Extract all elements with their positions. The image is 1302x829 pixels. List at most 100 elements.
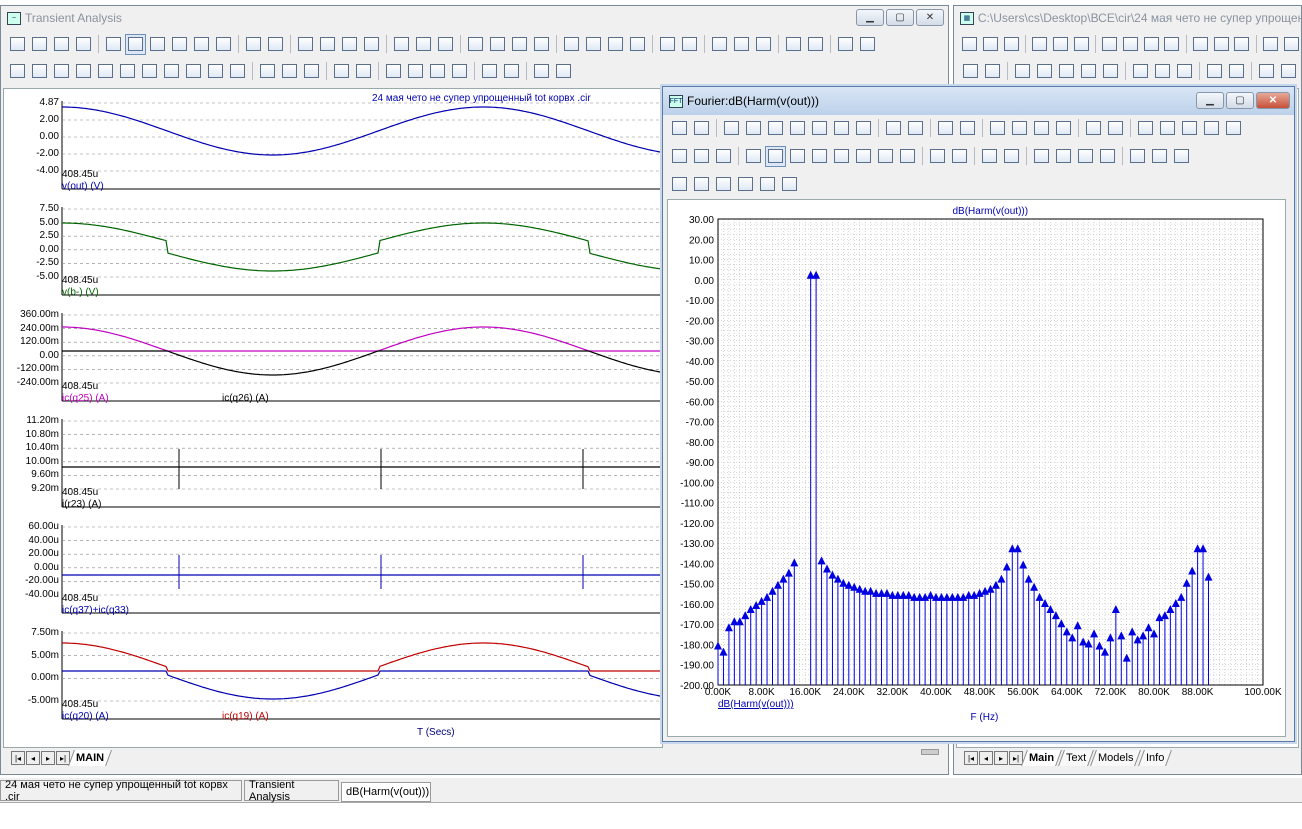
transient-tool-31-icon[interactable] [731, 34, 752, 55]
fourier-tool-5-icon[interactable] [765, 118, 786, 139]
prev-page-icon[interactable]: ◂ [26, 751, 40, 765]
schematic-b-tool-6-icon[interactable] [1078, 61, 1099, 82]
schematic-tool-14-icon[interactable] [1261, 34, 1281, 55]
transient-b-tool-20-icon[interactable] [449, 61, 470, 82]
schematic-b-tool-11-icon[interactable] [1204, 61, 1225, 82]
transient-b-tool-19-icon[interactable] [427, 61, 448, 82]
transient-tool-30-icon[interactable] [709, 34, 730, 55]
transient-tool-24-icon[interactable] [561, 34, 582, 55]
transient-b-tool-7-icon[interactable] [139, 61, 160, 82]
fourier-tool-20-icon[interactable] [1135, 118, 1156, 139]
schematic-tool-15-icon[interactable] [1281, 34, 1301, 55]
transient-b-tool-18-icon[interactable] [405, 61, 426, 82]
fourier-b-tool-12-icon[interactable] [927, 146, 948, 167]
fourier-b-tool-14-icon[interactable] [979, 146, 1000, 167]
fourier-tool-16-icon[interactable] [1031, 118, 1052, 139]
schematic-tool-12-icon[interactable] [1211, 34, 1231, 55]
fourier-tool-24-icon[interactable] [1223, 118, 1244, 139]
schematic-tool-4-icon[interactable] [1030, 34, 1050, 55]
horizontal-scrollbar[interactable] [921, 749, 939, 755]
fourier-b-tool-4-icon[interactable] [743, 146, 764, 167]
fourier-b-tool-3-icon[interactable] [713, 146, 734, 167]
tab-circuit[interactable]: 24 мая чето не супер упрощенный tot корв… [0, 779, 242, 803]
schematic-b-tool-3-icon[interactable] [1012, 61, 1033, 82]
fourier-tool-12-icon[interactable] [935, 118, 956, 139]
transient-tool-17-icon[interactable] [391, 34, 412, 55]
sch-next-icon[interactable]: ▸ [994, 751, 1008, 765]
schematic-b-tool-4-icon[interactable] [1034, 61, 1055, 82]
fourier-tool-1-icon[interactable] [669, 118, 690, 139]
transient-tool-32-icon[interactable] [753, 34, 774, 55]
transient-tool-34-icon[interactable] [805, 34, 826, 55]
transient-b-tool-2-icon[interactable] [29, 61, 50, 82]
fourier-tool-4-icon[interactable] [743, 118, 764, 139]
transient-b-tool-21-icon[interactable] [479, 61, 500, 82]
fourier-tool-11-icon[interactable] [905, 118, 926, 139]
schematic-b-tool-12-icon[interactable] [1226, 61, 1247, 82]
transient-b-tool-5-icon[interactable] [95, 61, 116, 82]
transient-b-tool-13-icon[interactable] [279, 61, 300, 82]
schematic-b-tool-8-icon[interactable] [1130, 61, 1151, 82]
next-page-icon[interactable]: ▸ [41, 751, 55, 765]
fourier-b-tool-18-icon[interactable] [1075, 146, 1096, 167]
transient-tool-19-icon[interactable] [435, 34, 456, 55]
transient-b-tool-23-icon[interactable] [531, 61, 552, 82]
schematic-tool-7-icon[interactable] [1100, 34, 1120, 55]
sch-prev-icon[interactable]: ◂ [979, 751, 993, 765]
transient-b-tool-9-icon[interactable] [183, 61, 204, 82]
fourier-b-tool-16-icon[interactable] [1031, 146, 1052, 167]
schematic-tool-5-icon[interactable] [1051, 34, 1071, 55]
fourier-b-tool-20-icon[interactable] [1127, 146, 1148, 167]
fourier-b-tool-9-icon[interactable] [853, 146, 874, 167]
schematic-tool-3-icon[interactable] [1001, 34, 1021, 55]
fourier-align-tool-3-icon[interactable] [713, 174, 734, 195]
fourier-b-tool-1-icon[interactable] [669, 146, 690, 167]
transient-tool-3-icon[interactable] [51, 34, 72, 55]
transient-b-tool-15-icon[interactable] [331, 61, 352, 82]
fourier-b-tool-21-icon[interactable] [1149, 146, 1170, 167]
tab-sch-models[interactable]: Models [1090, 750, 1142, 766]
fourier-b-tool-7-icon[interactable] [809, 146, 830, 167]
fourier-align-tool-5-icon[interactable] [757, 174, 778, 195]
transient-tool-16-icon[interactable] [361, 34, 382, 55]
transient-tool-1-icon[interactable] [7, 34, 28, 55]
fourier-b-tool-22-icon[interactable] [1171, 146, 1192, 167]
transient-tool-8-icon[interactable] [169, 34, 190, 55]
fourier-align-tool-1-icon[interactable] [669, 174, 690, 195]
transient-b-tool-10-icon[interactable] [205, 61, 226, 82]
transient-tool-18-icon[interactable] [413, 34, 434, 55]
schematic-tool-10-icon[interactable] [1162, 34, 1182, 55]
minimize-button[interactable]: ▁ [856, 9, 884, 26]
fourier-close-button[interactable]: ✕ [1256, 92, 1290, 109]
sch-first-icon[interactable]: |◂ [964, 751, 978, 765]
fourier-align-tool-2-icon[interactable] [691, 174, 712, 195]
transient-tool-11-icon[interactable] [243, 34, 264, 55]
fourier-b-tool-15-icon[interactable] [1001, 146, 1022, 167]
fourier-tool-22-icon[interactable] [1179, 118, 1200, 139]
transient-tool-27-icon[interactable] [627, 34, 648, 55]
fourier-minimize-button[interactable]: ▁ [1196, 92, 1224, 109]
fourier-tool-21-icon[interactable] [1157, 118, 1178, 139]
schematic-tool-11-icon[interactable] [1191, 34, 1211, 55]
fourier-b-tool-17-icon[interactable] [1053, 146, 1074, 167]
transient-b-tool-24-icon[interactable] [553, 61, 574, 82]
close-button[interactable]: ✕ [916, 9, 944, 26]
fourier-tool-10-icon[interactable] [883, 118, 904, 139]
fourier-b-tool-8-icon[interactable] [831, 146, 852, 167]
transient-tool-23-icon[interactable] [531, 34, 552, 55]
transient-b-tool-17-icon[interactable] [383, 61, 404, 82]
transient-titlebar[interactable]: ~ Transient Analysis ▁ ▢ ✕ [1, 6, 948, 30]
schematic-b-tool-9-icon[interactable] [1152, 61, 1173, 82]
transient-b-tool-6-icon[interactable] [117, 61, 138, 82]
transient-tool-14-icon[interactable] [317, 34, 338, 55]
tab-sch-main[interactable]: Main [1021, 750, 1062, 766]
schematic-tool-8-icon[interactable] [1121, 34, 1141, 55]
fourier-tool-13-icon[interactable] [957, 118, 978, 139]
transient-b-tool-11-icon[interactable] [227, 61, 248, 82]
fourier-tool-9-icon[interactable] [853, 118, 874, 139]
fourier-b-tool-10-icon[interactable] [875, 146, 896, 167]
transient-tool-12-icon[interactable] [265, 34, 286, 55]
tab-sch-text[interactable]: Text [1058, 750, 1095, 766]
fourier-tool-8-icon[interactable] [831, 118, 852, 139]
fourier-tool-7-icon[interactable] [809, 118, 830, 139]
